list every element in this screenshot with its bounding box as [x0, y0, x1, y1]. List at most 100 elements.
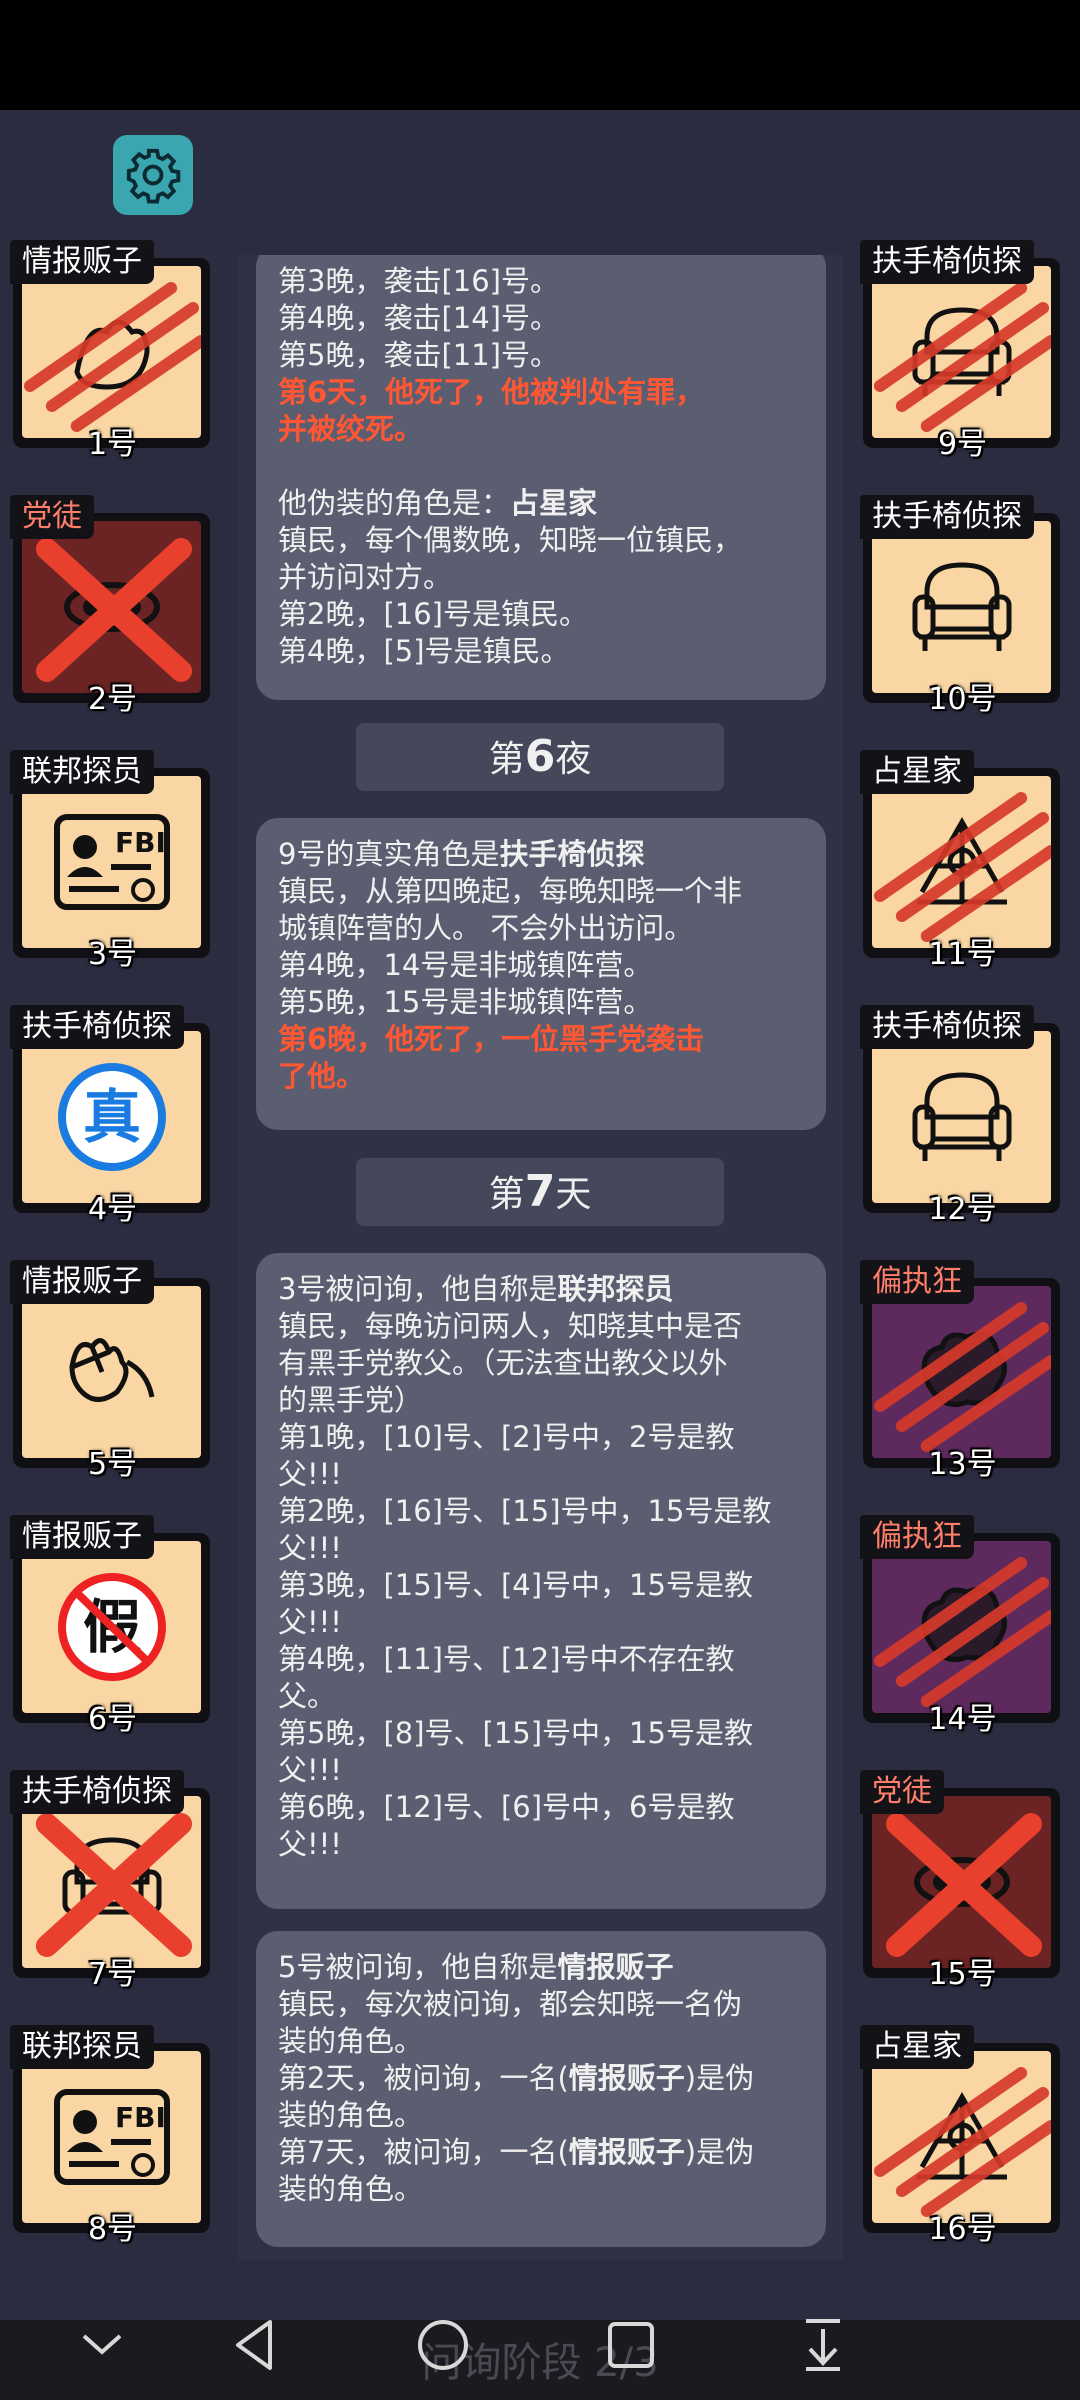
settings-button[interactable] [113, 135, 193, 215]
player-portrait [872, 2051, 1051, 2223]
player-role-label: 扶手椅侦探 [10, 1770, 184, 1814]
home-button[interactable] [408, 2310, 478, 2380]
log-line: 父。 [278, 1679, 337, 1713]
player-role-label: 党徒 [10, 495, 94, 539]
disguise-prefix: 他伪装的角色是： [278, 486, 511, 520]
player-number: 2号 [87, 682, 138, 717]
log-line: 第7天，被问询，一名(情报贩子)是伪 [278, 2134, 804, 2171]
player-card[interactable]: FBI 联邦探员 8号 [10, 2025, 215, 2247]
player-portrait [872, 1541, 1051, 1713]
player-portrait [872, 521, 1051, 693]
log-text: )是伪 [684, 2135, 755, 2169]
player-role-label: 情报贩子 [10, 1260, 154, 1304]
player-portrait: FBI [22, 776, 201, 948]
disguise-role: 占星家 [510, 486, 598, 520]
log-panel-true-role: 9号的真实角色是扶手椅侦探 镇民，从第四晚起，每晚知晓一个非 城镇阵营的人。 不… [256, 818, 826, 1130]
log-line: 第4晚，[11]号、[12]号中不存在教 [278, 1642, 735, 1676]
player-card[interactable]: 偏执狂 13号 [860, 1260, 1065, 1482]
svg-text:FBI: FBI [115, 2101, 166, 2134]
player-portrait: 真 [22, 1031, 201, 1203]
player-number: 7号 [87, 1957, 138, 1992]
player-number: 6号 [87, 1702, 138, 1737]
player-number: 12号 [928, 1192, 997, 1227]
player-card[interactable]: 党徒 2号 [10, 495, 215, 717]
true-role: 扶手椅侦探 [499, 837, 645, 871]
log-line: 第2晚，[16]号、[15]号中，15号是教 [278, 1494, 772, 1528]
svg-text:真: 真 [82, 1083, 140, 1151]
fbi-badge-icon: FBI [53, 2089, 170, 2185]
player-portrait [872, 266, 1051, 438]
log-panel-mafia-reveal: 第3晚，袭击[16]号。 第4晚，袭击[14]号。 第5晚，袭击[11]号。 第… [256, 255, 826, 700]
player-portrait: FBI [22, 2051, 201, 2223]
player-portrait [872, 776, 1051, 948]
player-role-label: 党徒 [860, 1770, 944, 1814]
game-log[interactable]: 第3晚，袭击[16]号。 第4晚，袭击[14]号。 第5晚，袭击[11]号。 第… [238, 255, 843, 2260]
player-role-label: 联邦探员 [10, 750, 154, 794]
player-card[interactable]: 占星家 11号 [860, 750, 1065, 972]
section-prefix: 第 [488, 1174, 525, 1215]
player-number: 9号 [937, 427, 988, 462]
claw-marks-icon [873, 2067, 1051, 2217]
player-number: 16号 [928, 2212, 997, 2247]
x-mark-icon [35, 1813, 193, 1957]
player-card[interactable]: 情报贩子 5号 [10, 1260, 215, 1482]
log-line: 城镇阵营的人。 不会外出访问。 [278, 911, 694, 945]
log-line: 第5晚，15号是非城镇阵营。 [278, 985, 653, 1019]
player-card[interactable]: 扶手椅侦探 9号 [860, 240, 1065, 462]
back-button[interactable] [220, 2310, 290, 2380]
pull-down-icon [806, 2319, 840, 2371]
true-role-prefix: 9号的真实角色是 [278, 837, 500, 871]
collapse-button[interactable] [67, 2310, 137, 2380]
log-line: 第6晚，[12]号、[6]号中，6号是教 [278, 1790, 735, 1824]
status-bar [0, 0, 1080, 110]
claw-marks-icon [873, 282, 1051, 432]
log-line: 第4晚，14号是非城镇阵营。 [278, 948, 653, 982]
fake-stamp-icon: 假 [57, 1573, 166, 1681]
player-card[interactable]: 假 情报贩子 6号 [10, 1515, 215, 1737]
revealed-role: 情报贩子 [568, 2061, 685, 2095]
log-line: 第2晚，[16]号是镇民。 [278, 597, 588, 631]
claim-line: 5号被问询，他自称是情报贩子 [278, 1949, 804, 1986]
claim-prefix: 3号被问询，他自称是 [278, 1272, 558, 1306]
recents-square-icon [608, 2322, 654, 2368]
chevron-down-icon [82, 2334, 122, 2355]
player-portrait [22, 1796, 201, 1968]
player-card[interactable]: 占星家 16号 [860, 2025, 1065, 2247]
player-number: 1号 [87, 427, 138, 462]
player-card[interactable]: 扶手椅侦探 12号 [860, 1005, 1065, 1227]
player-role-label: 情报贩子 [10, 1515, 154, 1559]
player-card[interactable]: FBI 联邦探员 3号 [10, 750, 215, 972]
player-card[interactable]: 偏执狂 14号 [860, 1515, 1065, 1737]
revealed-role: 情报贩子 [568, 2135, 685, 2169]
notification-pull-button[interactable] [788, 2310, 858, 2380]
player-number: 13号 [928, 1447, 997, 1482]
log-text: )是伪 [684, 2061, 755, 2095]
log-line: 第3晚，袭击[16]号。 [278, 264, 559, 298]
player-card[interactable]: 扶手椅侦探 7号 [10, 1770, 215, 1992]
log-line: 父!!! [278, 1457, 342, 1491]
log-panel-interrogation-3: 3号被问询，他自称是联邦探员 镇民，每晚访问两人，知晓其中是否 有黑手党教父。（无… [256, 1253, 826, 1909]
player-card[interactable]: 扶手椅侦探 10号 [860, 495, 1065, 717]
player-portrait [872, 1286, 1051, 1458]
player-role-label: 偏执狂 [860, 1260, 974, 1304]
player-role-label: 偏执狂 [860, 1515, 974, 1559]
player-role-label: 扶手椅侦探 [860, 240, 1034, 284]
player-card[interactable]: 情报贩子 1号 [10, 240, 215, 462]
log-line: 并访问对方。 [278, 560, 453, 594]
x-mark-icon [885, 1813, 1043, 1957]
log-line: 第5晚，袭击[11]号。 [278, 338, 559, 372]
log-line: 镇民，每晚访问两人，知晓其中是否 [278, 1309, 743, 1343]
player-card[interactable]: 党徒 15号 [860, 1770, 1065, 1992]
section-prefix: 第 [488, 739, 525, 780]
player-role-label: 占星家 [860, 2025, 974, 2069]
recents-button[interactable] [596, 2310, 666, 2380]
section-header-day: 第7天 [356, 1158, 724, 1226]
armchair-icon [912, 562, 1011, 651]
player-portrait [22, 521, 201, 693]
log-line: 父!!! [278, 1531, 342, 1565]
log-line: 镇民，每次被问询，都会知晓一名伪 [278, 1987, 743, 2021]
log-line: 第3晚，[15]号、[4]号中，15号是教 [278, 1568, 753, 1602]
player-card[interactable]: 真 扶手椅侦探 4号 [10, 1005, 215, 1227]
claw-marks-icon [873, 792, 1051, 942]
section-header-night: 第6夜 [356, 723, 724, 791]
